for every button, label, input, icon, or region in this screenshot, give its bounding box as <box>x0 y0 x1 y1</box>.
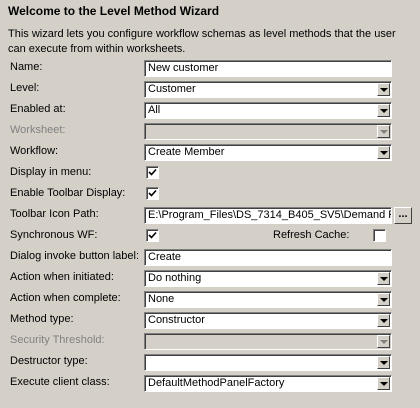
dialog-invoke-row: Dialog invoke button label: Create <box>0 249 420 266</box>
wizard-title: Welcome to the Level Method Wizard <box>8 4 220 18</box>
wizard-description: This wizard lets you configure workflow … <box>8 28 396 55</box>
worksheet-label: Worksheet: <box>10 124 66 136</box>
refresh-cache-checkbox[interactable] <box>373 229 386 242</box>
method-type-row: Method type: Constructor <box>0 312 420 329</box>
refresh-cache-label: Refresh Cache: <box>273 229 350 241</box>
action-initiated-label: Action when initiated: <box>10 271 114 283</box>
destructor-type-label: Destructor type: <box>10 355 88 367</box>
enabled-at-label: Enabled at: <box>10 103 66 115</box>
checkmark-icon <box>148 168 157 176</box>
execute-client-class-row: Execute client class: DefaultMethodPanel… <box>0 375 420 392</box>
synchronous-wf-row: Synchronous WF: Refresh Cache: <box>0 228 420 245</box>
synchronous-wf-checkbox[interactable] <box>146 229 159 242</box>
enabled-at-row: Enabled at: All <box>0 102 420 119</box>
action-complete-select[interactable]: None <box>144 291 392 308</box>
destructor-type-select[interactable] <box>144 354 392 371</box>
security-threshold-select[interactable] <box>144 333 392 350</box>
worksheet-row: Worksheet: <box>0 123 420 140</box>
action-complete-label: Action when complete: <box>10 292 121 304</box>
chevron-down-icon <box>380 88 388 92</box>
display-in-menu-row: Display in menu: <box>0 165 420 182</box>
browse-button[interactable]: ... <box>394 207 412 224</box>
name-row: Name: New customer <box>0 60 420 77</box>
level-select[interactable]: Customer <box>144 81 392 98</box>
security-threshold-row: Security Threshold: <box>0 333 420 350</box>
execute-client-class-label: Execute client class: <box>10 376 110 388</box>
execute-client-class-select[interactable]: DefaultMethodPanelFactory <box>144 375 392 392</box>
display-in-menu-checkbox[interactable] <box>146 166 159 179</box>
method-type-label: Method type: <box>10 313 74 325</box>
synchronous-wf-label: Synchronous WF: <box>10 229 98 241</box>
dialog-invoke-label: Dialog invoke button label: <box>10 250 140 262</box>
enable-toolbar-display-checkbox[interactable] <box>146 187 159 200</box>
level-dropdown-button[interactable] <box>377 83 390 96</box>
chevron-down-icon <box>380 382 388 386</box>
action-initiated-dropdown-button[interactable] <box>377 272 390 285</box>
enabled-at-dropdown-button[interactable] <box>377 104 390 117</box>
action-complete-row: Action when complete: None <box>0 291 420 308</box>
destructor-type-dropdown-button[interactable] <box>377 356 390 369</box>
chevron-down-icon <box>380 340 388 344</box>
destructor-type-row: Destructor type: <box>0 354 420 371</box>
chevron-down-icon <box>380 319 388 323</box>
execute-client-class-dropdown-button[interactable] <box>377 377 390 390</box>
workflow-label: Workflow: <box>10 145 59 157</box>
checkmark-icon <box>148 231 157 239</box>
enabled-at-select[interactable]: All <box>144 102 392 119</box>
chevron-down-icon <box>380 151 388 155</box>
security-threshold-label: Security Threshold: <box>10 334 105 346</box>
toolbar-icon-path-input[interactable]: E:\Program_Files\DS_7314_B405_SV5\Demand… <box>144 207 392 224</box>
worksheet-dropdown-button[interactable] <box>377 125 390 138</box>
chevron-down-icon <box>380 130 388 134</box>
workflow-select[interactable]: Create Member <box>144 144 392 161</box>
action-initiated-select[interactable]: Do nothing <box>144 270 392 287</box>
enable-toolbar-display-label: Enable Toolbar Display: <box>10 187 126 199</box>
method-type-dropdown-button[interactable] <box>377 314 390 327</box>
enable-toolbar-display-row: Enable Toolbar Display: <box>0 186 420 203</box>
workflow-row: Workflow: Create Member <box>0 144 420 161</box>
name-label: Name: <box>10 61 43 73</box>
display-in-menu-label: Display in menu: <box>10 166 92 178</box>
workflow-dropdown-button[interactable] <box>377 146 390 159</box>
level-row: Level: Customer <box>0 81 420 98</box>
worksheet-select[interactable] <box>144 123 392 140</box>
name-input[interactable]: New customer <box>144 60 392 77</box>
chevron-down-icon <box>380 109 388 113</box>
security-threshold-dropdown-button[interactable] <box>377 335 390 348</box>
chevron-down-icon <box>380 277 388 281</box>
chevron-down-icon <box>380 298 388 302</box>
checkmark-icon <box>148 189 157 197</box>
action-initiated-row: Action when initiated: Do nothing <box>0 270 420 287</box>
method-type-select[interactable]: Constructor <box>144 312 392 329</box>
action-complete-dropdown-button[interactable] <box>377 293 390 306</box>
level-label: Level: <box>10 82 40 94</box>
dialog-invoke-input[interactable]: Create <box>144 249 392 266</box>
toolbar-icon-path-label: Toolbar Icon Path: <box>10 208 99 220</box>
chevron-down-icon <box>380 361 388 365</box>
toolbar-icon-path-row: Toolbar Icon Path: E:\Program_Files\DS_7… <box>0 207 420 224</box>
